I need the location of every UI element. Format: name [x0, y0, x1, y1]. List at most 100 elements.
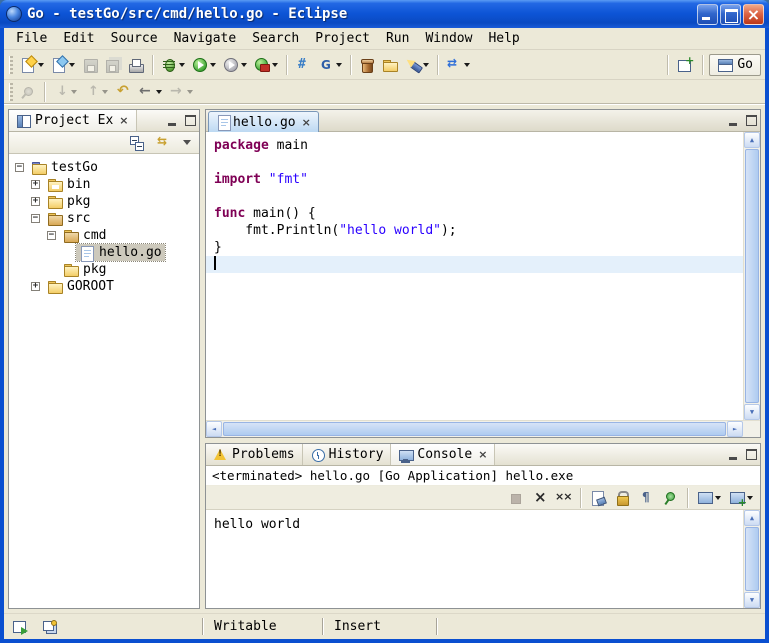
menu-file[interactable]: File	[8, 30, 55, 47]
code-line[interactable]: fmt.Println("hello world");	[206, 222, 743, 239]
tree-item-pkg[interactable]: + pkg	[11, 193, 199, 210]
editor-vertical-scrollbar[interactable]: ▲ ▼	[743, 132, 760, 420]
previous-annotation-button[interactable]	[81, 81, 111, 103]
scroll-right-icon[interactable]: ►	[727, 421, 743, 437]
tree-item-pkg[interactable]: pkg	[11, 261, 199, 278]
editor-tab-hello-go[interactable]: hello.go ×	[208, 111, 319, 132]
scroll-up-icon[interactable]: ▲	[744, 132, 760, 148]
scroll-lock-button[interactable]	[611, 487, 633, 509]
maximize-view-button[interactable]	[181, 110, 199, 131]
print-button[interactable]	[125, 54, 147, 76]
pin-editor-button[interactable]	[17, 81, 39, 103]
minimize-view-button[interactable]	[724, 444, 742, 465]
fast-view-icon[interactable]	[12, 619, 28, 635]
last-edit-location-button[interactable]	[112, 81, 134, 103]
tree-item-body[interactable]: bin	[44, 176, 93, 193]
console-output[interactable]: hello world	[206, 510, 743, 608]
titlebar[interactable]: Go - testGo/src/cmd/hello.go - Eclipse	[0, 0, 769, 28]
tree-item-body[interactable]: GOROOT	[44, 278, 117, 295]
open-perspective-button[interactable]	[674, 54, 696, 76]
close-button[interactable]	[743, 4, 764, 25]
code-line[interactable]: func main() {	[206, 205, 743, 222]
code-line[interactable]: package main	[206, 137, 743, 154]
history-tab[interactable]: History	[303, 444, 392, 465]
open-resource-button[interactable]	[379, 54, 401, 76]
synchronize-button[interactable]	[443, 54, 473, 76]
scrollbar-thumb[interactable]	[745, 527, 759, 591]
maximize-view-button[interactable]	[742, 444, 760, 465]
menu-navigate[interactable]: Navigate	[166, 30, 245, 47]
project-explorer-tab[interactable]: Project Ex ×	[9, 110, 137, 131]
problems-tab[interactable]: Problems	[206, 444, 303, 465]
save-all-button[interactable]	[102, 54, 124, 76]
minimize-editor-button[interactable]	[724, 110, 742, 131]
view-menu-button[interactable]	[180, 134, 194, 152]
pin-console-button[interactable]	[659, 487, 681, 509]
go-tools-button[interactable]	[315, 54, 345, 76]
tree-item-bin[interactable]: + bin	[11, 176, 199, 193]
scroll-down-icon[interactable]: ▼	[744, 592, 760, 608]
go-test-button[interactable]	[292, 54, 314, 76]
scroll-down-icon[interactable]: ▼	[744, 404, 760, 420]
open-console-button[interactable]	[726, 487, 756, 509]
tree-expander-icon[interactable]: +	[31, 180, 40, 189]
tree-item-src[interactable]: −src	[11, 210, 199, 227]
tree-item-body[interactable]: pkg	[44, 193, 93, 210]
close-view-icon[interactable]: ×	[119, 114, 128, 127]
maximize-button[interactable]	[720, 4, 741, 25]
remove-all-launches-button[interactable]	[552, 487, 574, 509]
tree-item-GOROOT[interactable]: + GOROOT	[11, 278, 199, 295]
save-button[interactable]	[79, 54, 101, 76]
profile-button[interactable]	[220, 54, 250, 76]
link-with-editor-button[interactable]	[153, 134, 175, 152]
scroll-left-icon[interactable]: ◄	[206, 421, 222, 437]
tree-item-body[interactable]: hello.go	[76, 244, 165, 261]
forward-button[interactable]	[166, 81, 196, 103]
collapse-all-button[interactable]	[126, 134, 148, 152]
code-line[interactable]	[206, 188, 743, 205]
menu-project[interactable]: Project	[307, 30, 378, 47]
tree-item-body[interactable]: cmd	[60, 227, 109, 244]
close-editor-icon[interactable]: ×	[302, 116, 311, 129]
menu-window[interactable]: Window	[417, 30, 480, 47]
menu-source[interactable]: Source	[103, 30, 166, 47]
tree-item-hello.go[interactable]: hello.go	[11, 244, 199, 261]
external-tools-button[interactable]	[251, 54, 281, 76]
terminate-button[interactable]	[504, 487, 526, 509]
remove-launch-button[interactable]	[528, 487, 550, 509]
scrollbar-thumb[interactable]	[223, 422, 726, 436]
console-vertical-scrollbar[interactable]: ▲ ▼	[743, 510, 760, 608]
debug-button[interactable]	[158, 54, 188, 76]
display-console-button[interactable]	[694, 487, 724, 509]
search-button[interactable]	[402, 54, 432, 76]
console-tab[interactable]: Console ×	[391, 444, 495, 465]
minimize-button[interactable]	[697, 4, 718, 25]
tree-expander-icon[interactable]: −	[47, 231, 56, 240]
run-button[interactable]	[189, 54, 219, 76]
tree-expander-icon[interactable]: +	[31, 282, 40, 291]
scrollbar-thumb[interactable]	[745, 149, 759, 403]
code-area[interactable]: package main import "fmt" func main() { …	[206, 132, 743, 420]
tree-expander-icon[interactable]: −	[15, 163, 24, 172]
new-wizard-button[interactable]	[17, 54, 47, 76]
tree-item-body[interactable]: testGo	[28, 159, 101, 176]
word-wrap-button[interactable]	[635, 487, 657, 509]
clear-console-button[interactable]	[587, 487, 609, 509]
tree-item-testGo[interactable]: −testGo	[11, 159, 199, 176]
next-annotation-button[interactable]	[50, 81, 80, 103]
toolbar-grip[interactable]	[9, 83, 13, 101]
code-line[interactable]	[206, 154, 743, 171]
editor-horizontal-scrollbar[interactable]: ◄ ►	[206, 420, 760, 437]
code-line[interactable]: }	[206, 239, 743, 256]
tree-expander-icon[interactable]: +	[31, 197, 40, 206]
toolbar-grip[interactable]	[9, 56, 13, 74]
open-type-button[interactable]	[356, 54, 378, 76]
maximize-editor-button[interactable]	[742, 110, 760, 131]
minimize-view-button[interactable]	[163, 110, 181, 131]
menu-run[interactable]: Run	[378, 30, 417, 47]
minimized-views-icon[interactable]	[42, 619, 58, 635]
tree-item-body[interactable]: src	[44, 210, 93, 227]
menu-search[interactable]: Search	[244, 30, 307, 47]
code-line[interactable]: import "fmt"	[206, 171, 743, 188]
menu-help[interactable]: Help	[480, 30, 527, 47]
